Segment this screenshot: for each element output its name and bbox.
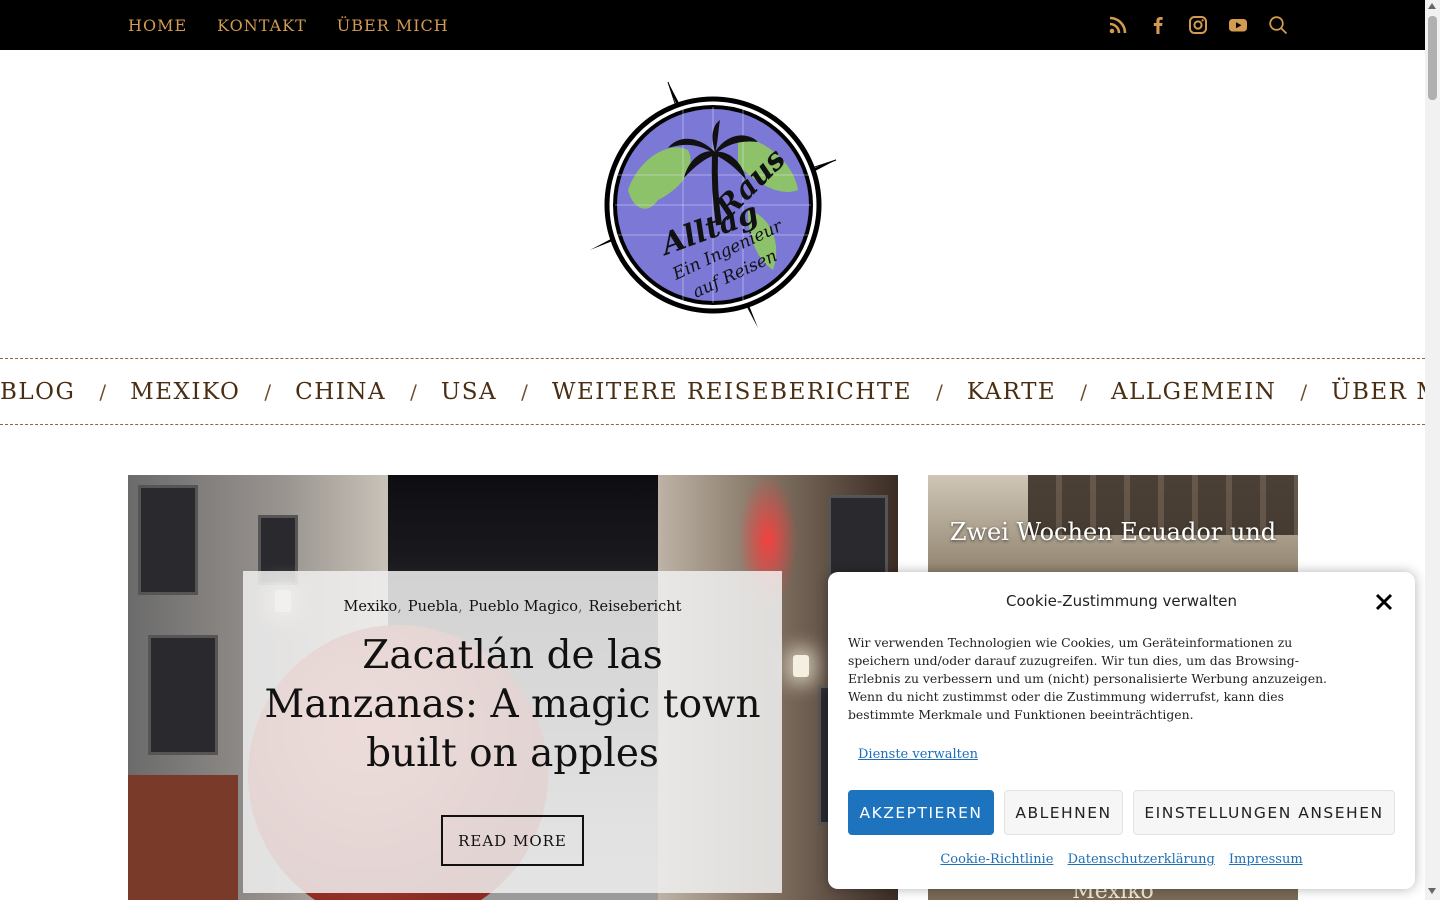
page-scrollbar[interactable] <box>1425 0 1440 900</box>
main-nav-separator: / <box>936 379 943 404</box>
main-nav-separator: / <box>521 379 528 404</box>
rss-icon[interactable] <box>1106 13 1130 37</box>
top-nav-ueber-mich[interactable]: ÜBER MICH <box>337 16 449 35</box>
deny-button[interactable]: ABLEHNEN <box>1004 790 1123 835</box>
cookie-policy-link[interactable]: Cookie-Richtlinie <box>940 852 1053 867</box>
category-link-puebla[interactable]: Puebla <box>408 599 458 615</box>
cookie-consent-dialog: Cookie-Zustimmung verwalten Wir verwende… <box>828 572 1415 889</box>
main-nav-usa[interactable]: USA <box>441 379 497 405</box>
social-icons <box>1106 13 1290 37</box>
scrollbar-thumb[interactable] <box>1428 16 1437 100</box>
category-link-pueblo-magico[interactable]: Pueblo Magico <box>469 599 578 615</box>
accept-button[interactable]: AKZEPTIEREN <box>848 790 994 835</box>
side-post-title[interactable]: Zwei Wochen Ecuador und <box>928 517 1298 548</box>
main-nav-china[interactable]: CHINA <box>295 379 386 405</box>
cookie-dialog-text: Wir verwenden Technologien wie Cookies, … <box>848 635 1327 722</box>
cookie-dialog-title: Cookie-Zustimmung verwalten <box>1005 592 1237 610</box>
main-nav-karte[interactable]: KARTE <box>967 379 1056 405</box>
main-nav: BLOG / MEXIKO / CHINA / USA / WEITERE RE… <box>0 358 1440 425</box>
main-nav-separator: / <box>99 379 107 404</box>
post-categories: Mexiko, Puebla, Pueblo Magico, Reisebericht <box>343 599 682 615</box>
privacy-policy-link[interactable]: Datenschutzerklärung <box>1068 852 1215 867</box>
main-nav-weitere-reiseberichte[interactable]: WEITERE REISEBERICHTE <box>552 379 912 405</box>
main-nav-separator: / <box>264 379 272 404</box>
top-bar: HOME KONTAKT ÜBER MICH <box>0 0 1425 50</box>
youtube-icon[interactable] <box>1226 13 1250 37</box>
site-logo[interactable]: Alltag Raus Ein Ingenieur auf Reisen <box>588 80 838 330</box>
top-nav-kontakt[interactable]: KONTAKT <box>217 16 307 35</box>
instagram-icon[interactable] <box>1186 13 1210 37</box>
read-more-button[interactable]: READ MORE <box>441 815 584 866</box>
main-nav-separator: / <box>1080 379 1087 404</box>
cookie-dialog-links: Cookie-Richtlinie Datenschutzerklärung I… <box>828 852 1415 867</box>
main-nav-allgemein[interactable]: ALLGEMEIN <box>1111 379 1276 405</box>
main-nav-ueber-mich[interactable]: ÜBER MICH <box>1331 379 1440 405</box>
featured-post-card: Mexiko, Puebla, Pueblo Magico, Reisebericht… <box>243 571 782 893</box>
manage-services-link[interactable]: Dienste verwalten <box>858 747 978 762</box>
main-nav-mexiko[interactable]: MEXIKO <box>130 379 240 405</box>
scroll-up-arrow-icon[interactable] <box>1428 3 1436 9</box>
top-nav: HOME KONTAKT ÜBER MICH <box>128 0 449 50</box>
category-link-mexiko[interactable]: Mexiko <box>344 599 398 615</box>
search-icon[interactable] <box>1266 13 1290 37</box>
main-nav-separator: / <box>1300 379 1308 404</box>
post-title[interactable]: Zacatlán de las Manzanas: A magic town b… <box>263 631 762 778</box>
facebook-icon[interactable] <box>1146 13 1170 37</box>
category-link-reisebericht[interactable]: Reisebericht <box>589 599 682 615</box>
top-nav-home[interactable]: HOME <box>128 16 187 35</box>
main-nav-blog[interactable]: BLOG <box>0 379 75 405</box>
main-nav-separator: / <box>410 379 417 404</box>
view-preferences-button[interactable]: EINSTELLUNGEN ANSEHEN <box>1133 790 1395 835</box>
imprint-link[interactable]: Impressum <box>1229 852 1303 867</box>
scroll-down-arrow-icon[interactable] <box>1428 888 1436 894</box>
close-icon[interactable] <box>1373 591 1395 613</box>
